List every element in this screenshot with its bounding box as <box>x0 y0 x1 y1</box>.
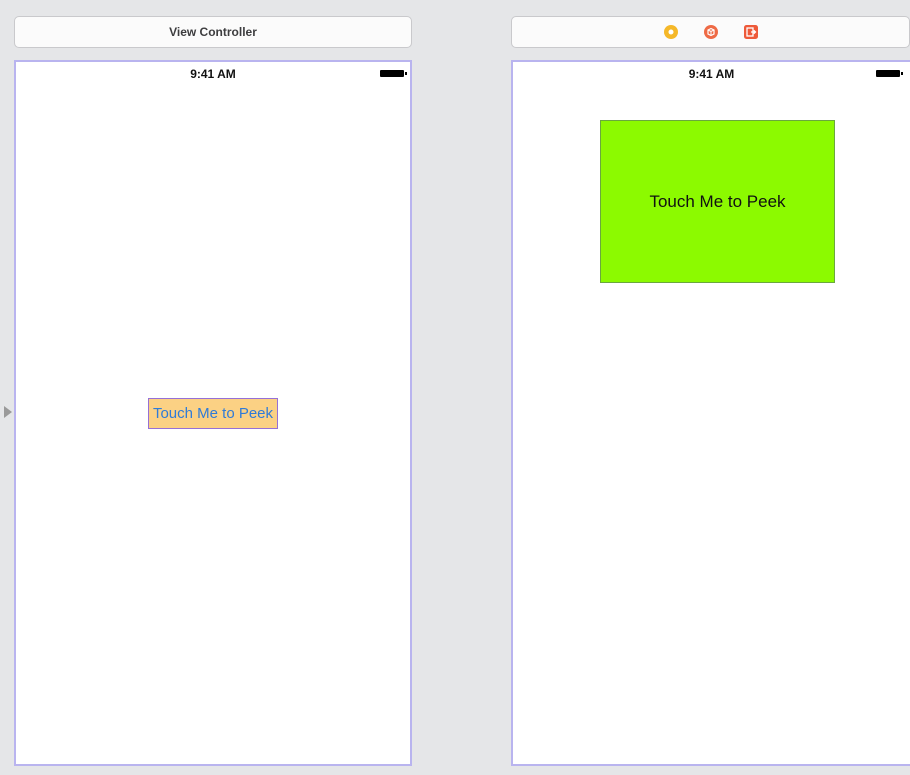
scene-title: View Controller <box>169 25 257 39</box>
battery-icon <box>380 70 407 77</box>
second-scene-header[interactable] <box>511 16 910 48</box>
touch-me-to-peek-button[interactable]: Touch Me to Peek <box>148 398 278 429</box>
storyboard-entry-point-arrow[interactable] <box>4 406 12 418</box>
peek-view-controller-canvas[interactable]: 9:41 AM Touch Me to Peek <box>511 60 910 766</box>
peek-preview-label: Touch Me to Peek <box>649 191 786 211</box>
status-bar-time: 9:41 AM <box>190 67 236 81</box>
view-controller-scene-header[interactable]: View Controller <box>14 16 412 48</box>
first-responder-icon[interactable] <box>663 25 678 39</box>
status-bar-time: 9:41 AM <box>688 67 735 81</box>
peek-preview-view[interactable]: Touch Me to Peek <box>600 120 835 283</box>
view-controller-canvas[interactable]: 9:41 AM Touch Me to Peek <box>14 60 412 766</box>
cube-icon[interactable] <box>703 25 718 39</box>
battery-icon <box>876 70 903 77</box>
exit-icon[interactable] <box>743 25 758 39</box>
